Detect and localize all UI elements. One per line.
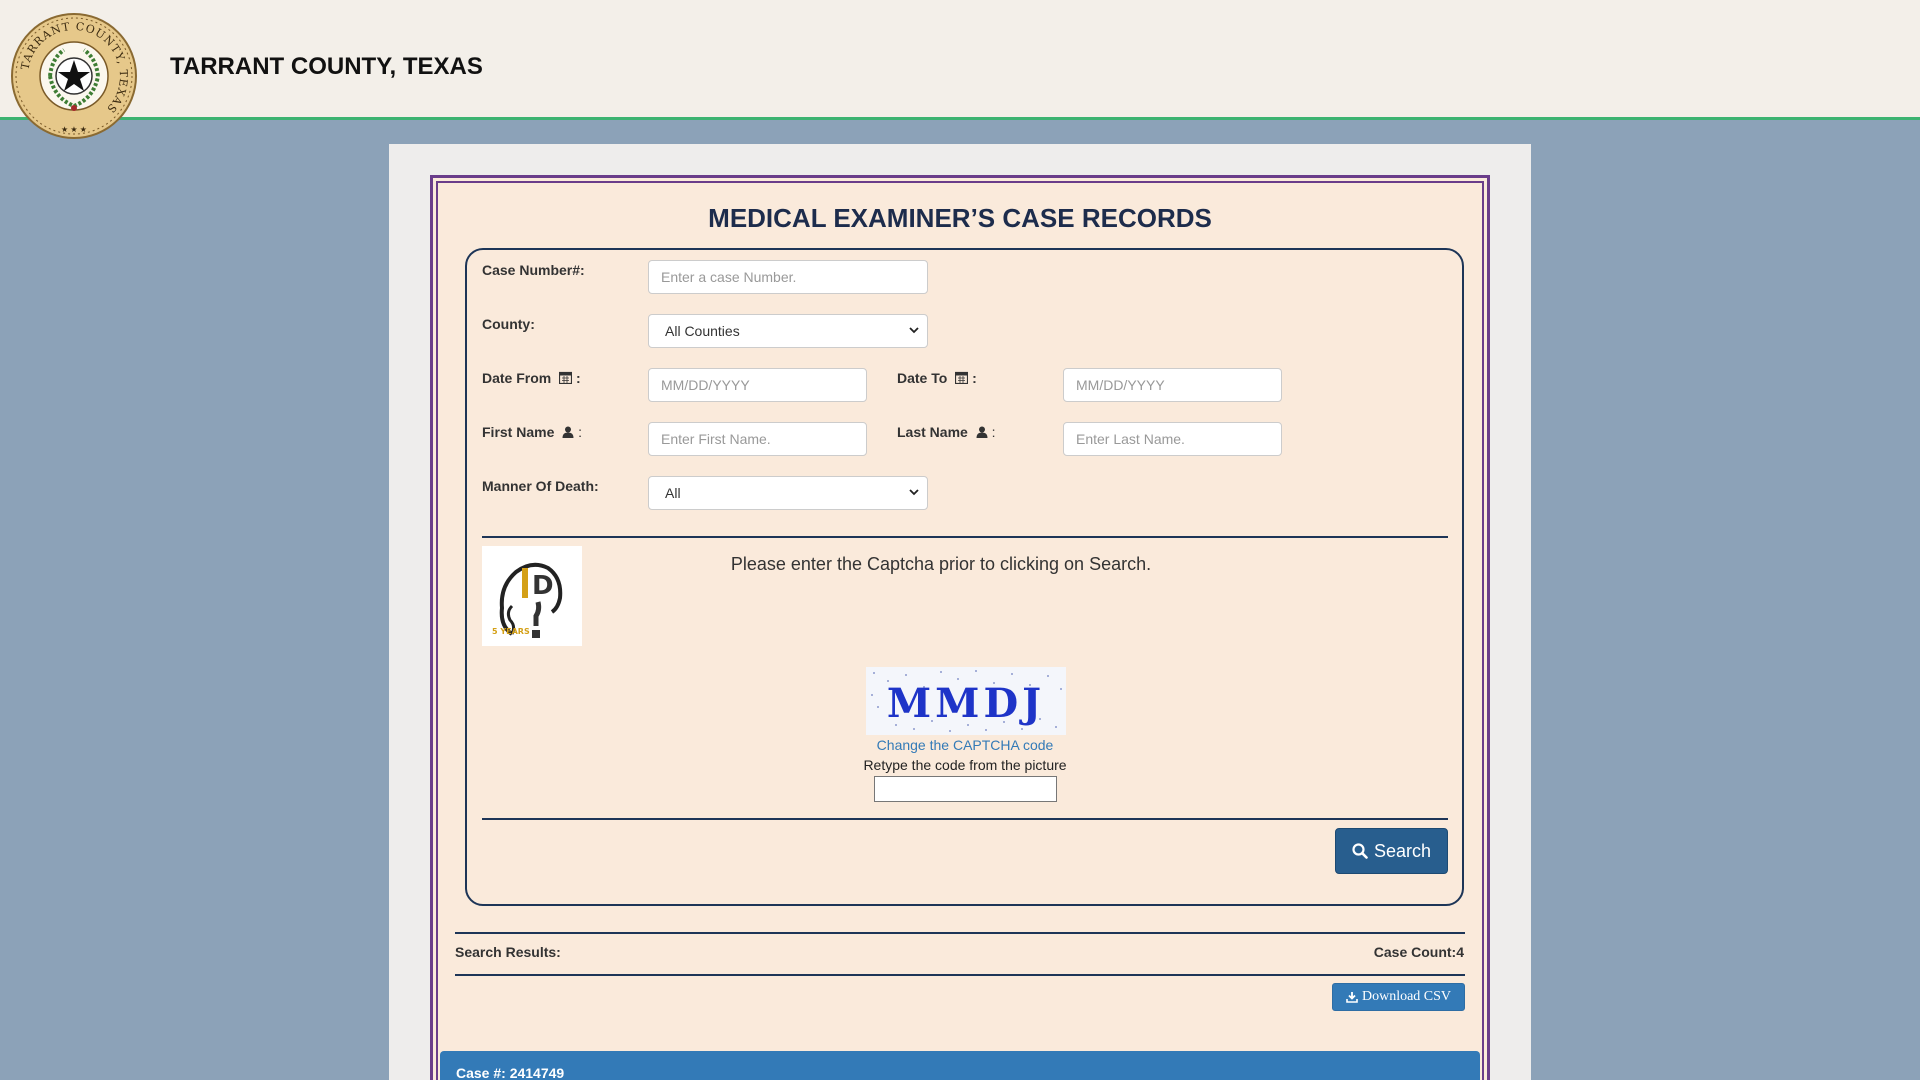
captcha-instructions: Please enter the Captcha prior to clicki… xyxy=(730,554,1152,574)
form-divider xyxy=(482,536,1448,538)
page-title: MEDICAL EXAMINER’S CASE RECORDS xyxy=(708,203,1212,233)
search-icon xyxy=(1352,843,1368,859)
download-icon xyxy=(1346,992,1358,1003)
date-from-input[interactable] xyxy=(648,368,867,402)
first-name-input[interactable] xyxy=(648,422,867,456)
case-count: Case Count:4 xyxy=(1373,944,1464,960)
county-label: County: xyxy=(482,316,535,332)
logo-caption: 5 YEARS xyxy=(492,627,530,636)
calendar-icon xyxy=(955,371,969,384)
county-seal-icon[interactable]: TARRANT COUNTY, TEXAS ★ ★ ★ xyxy=(10,12,138,140)
captcha-code: MMDJ xyxy=(887,680,1045,727)
first-name-label: First Name : xyxy=(482,424,582,440)
download-csv-label: Download CSV xyxy=(1361,989,1452,1004)
date-to-label-colon: : xyxy=(972,370,977,386)
svg-text:★ ★ ★: ★ ★ ★ xyxy=(61,125,87,134)
case-number-heading: Case #: 2414749 xyxy=(456,1065,565,1080)
date-to-input[interactable] xyxy=(1063,368,1282,402)
svg-text:D: D xyxy=(532,571,554,601)
captcha-image: MMDJ xyxy=(866,667,1066,735)
last-name-label: Last Name : xyxy=(897,424,995,440)
chevron-down-icon xyxy=(909,489,919,496)
first-name-label-text: First Name xyxy=(482,424,555,440)
last-name-label-text: Last Name xyxy=(897,424,968,440)
download-csv-button[interactable]: Download CSV xyxy=(1332,983,1465,1011)
case-header-bar[interactable]: Case #: 2414749 xyxy=(440,1051,1480,1080)
change-captcha-link[interactable]: Change the CAPTCHA code xyxy=(786,737,1144,753)
captcha-input[interactable] xyxy=(874,776,1057,802)
county-select-value: All Counties xyxy=(665,323,740,339)
case-number-input[interactable] xyxy=(648,260,928,294)
manner-of-death-select-value: All xyxy=(665,485,681,501)
manner-of-death-select[interactable]: All xyxy=(648,476,928,510)
search-button[interactable]: Search xyxy=(1335,828,1448,874)
date-from-label-text: Date From xyxy=(482,370,552,386)
last-name-label-colon: : xyxy=(991,424,996,440)
date-from-label: Date From : xyxy=(482,370,581,386)
county-select[interactable]: All Counties xyxy=(648,314,928,348)
site-header: TARRANT COUNTY, TEXAS xyxy=(0,0,1920,123)
search-form-box xyxy=(465,248,1464,906)
calendar-icon xyxy=(559,371,573,384)
manner-of-death-label: Manner Of Death: xyxy=(482,478,599,494)
last-name-input[interactable] xyxy=(1063,422,1282,456)
search-results-label: Search Results: xyxy=(455,944,561,960)
captcha-divider xyxy=(482,818,1448,820)
date-to-label: Date To : xyxy=(897,370,977,386)
search-button-label: Search xyxy=(1373,840,1432,861)
case-number-label: Case Number#: xyxy=(482,262,585,278)
county-title: TARRANT COUNTY, TEXAS xyxy=(170,53,483,80)
user-icon xyxy=(976,426,988,438)
results-divider-top xyxy=(455,932,1465,934)
results-divider-bottom xyxy=(455,974,1465,976)
first-name-label-colon: : xyxy=(578,424,583,440)
captcha-hint: Retype the code from the picture xyxy=(863,757,1067,773)
chevron-down-icon xyxy=(909,327,919,334)
user-icon xyxy=(562,426,574,438)
date-to-label-text: Date To xyxy=(897,370,948,386)
date-from-label-colon: : xyxy=(576,370,581,386)
